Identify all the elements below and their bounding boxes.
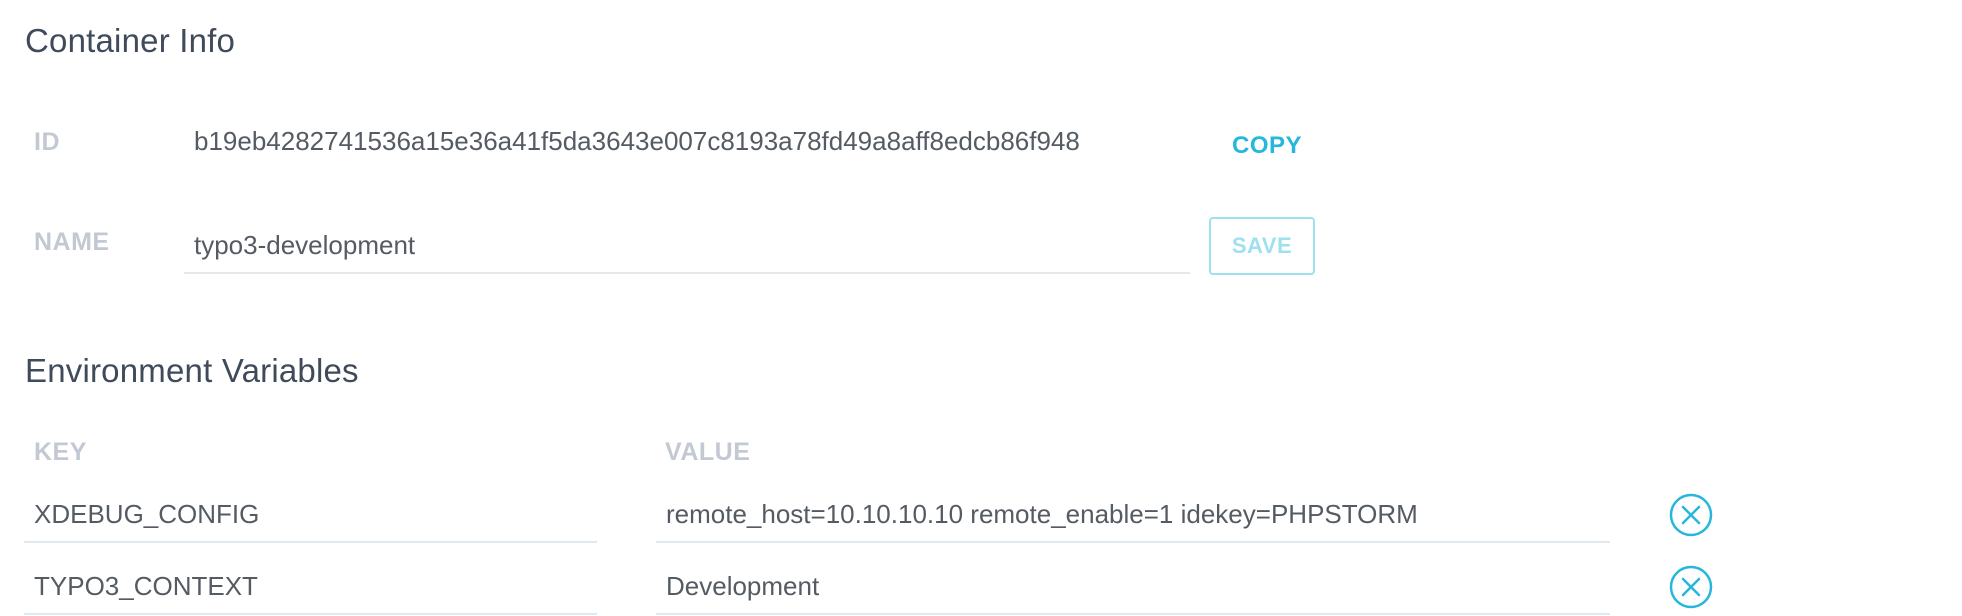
name-label: NAME xyxy=(34,228,110,256)
value-column-header: VALUE xyxy=(665,438,751,466)
id-label: ID xyxy=(34,128,60,156)
key-column-header: KEY xyxy=(34,438,87,466)
remove-env-variable-button[interactable] xyxy=(1669,565,1713,609)
environment-variables-title: Environment Variables xyxy=(25,352,359,389)
env-key-input[interactable] xyxy=(24,559,597,615)
close-circle-icon xyxy=(1669,493,1713,537)
env-key-input[interactable] xyxy=(24,487,597,543)
close-circle-icon xyxy=(1669,565,1713,609)
container-id-value: b19eb4282741536a15e36a41f5da3643e007c819… xyxy=(194,126,1080,156)
container-info-title: Container Info xyxy=(25,22,236,59)
save-name-button[interactable]: SAVE xyxy=(1209,217,1315,275)
env-value-input[interactable] xyxy=(656,487,1610,543)
remove-env-variable-button[interactable] xyxy=(1669,493,1713,537)
env-value-input[interactable] xyxy=(656,559,1610,615)
container-name-input[interactable] xyxy=(184,218,1190,274)
copy-id-button[interactable]: COPY xyxy=(1232,132,1302,160)
